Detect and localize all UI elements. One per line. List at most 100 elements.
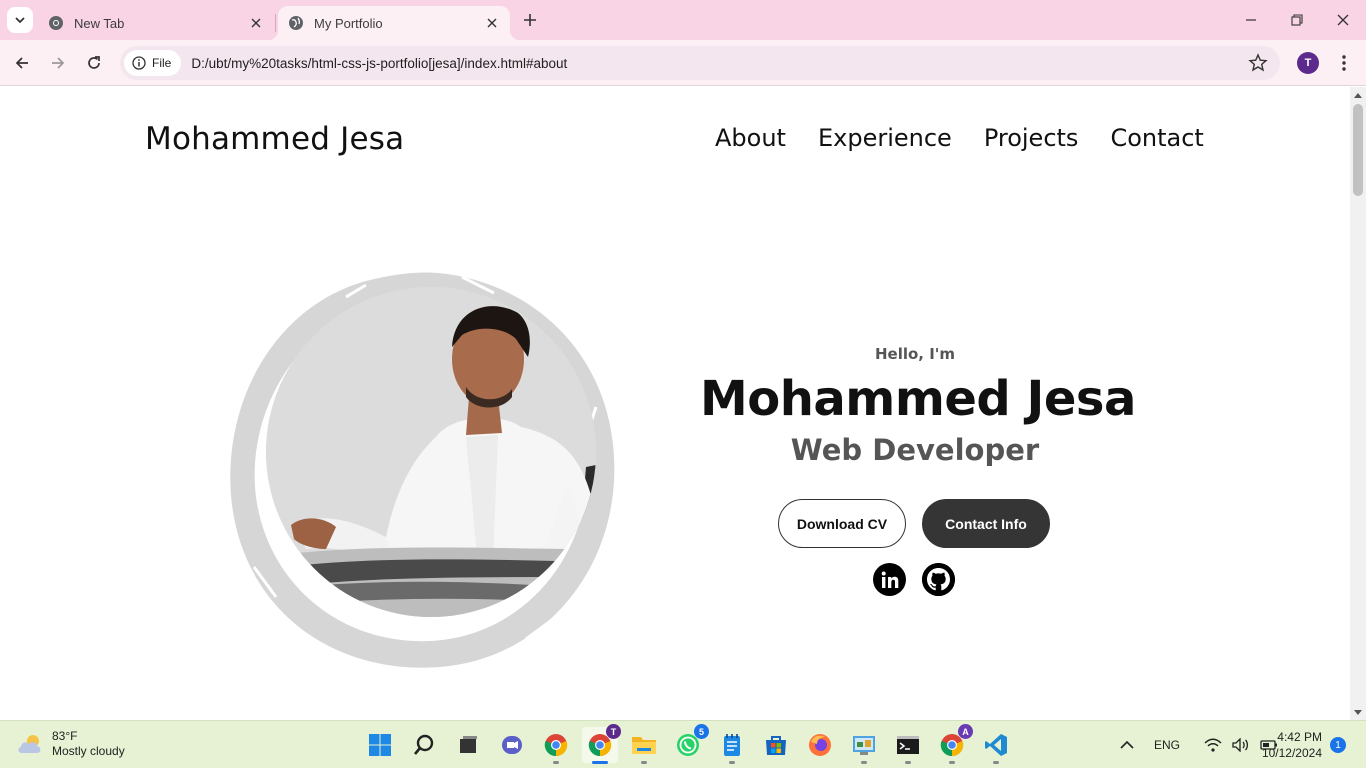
chevron-up-icon xyxy=(1120,740,1134,749)
taskbar-chrome-app[interactable] xyxy=(538,727,574,764)
close-tab-icon[interactable] xyxy=(482,13,502,33)
taskbar-file-explorer[interactable] xyxy=(626,727,662,764)
new-tab-button[interactable] xyxy=(518,8,542,32)
social-links xyxy=(873,563,955,596)
scroll-up-arrow-icon[interactable] xyxy=(1354,93,1362,98)
show-hidden-icons-button[interactable] xyxy=(1120,740,1134,750)
address-bar[interactable]: File D:/ubt/my%20tasks/html-css-js-portf… xyxy=(120,46,1280,80)
linkedin-icon[interactable] xyxy=(873,563,906,596)
page-scrollbar[interactable] xyxy=(1350,87,1366,720)
search-icon xyxy=(414,734,434,755)
volume-icon[interactable] xyxy=(1232,738,1250,752)
page-viewport: Mohammed Jesa About Experience Projects … xyxy=(0,87,1350,720)
running-indicator xyxy=(993,761,999,764)
running-indicator xyxy=(729,761,735,764)
back-button[interactable] xyxy=(9,50,35,76)
profile-avatar[interactable]: T xyxy=(1297,52,1319,74)
bookmark-star-icon[interactable] xyxy=(1248,53,1268,73)
clock-date: 10/12/2024 xyxy=(1261,746,1322,760)
close-icon xyxy=(1337,14,1349,26)
forward-button[interactable] xyxy=(45,50,71,76)
hero-buttons: Download CV Contact Info xyxy=(778,499,1050,548)
site-nav: About Experience Projects Contact xyxy=(715,124,1204,152)
windows-taskbar: 83°F Mostly cloudy T 5 A ENG 4:42 PM 10/… xyxy=(0,720,1366,768)
system-tray: ENG xyxy=(1110,721,1278,769)
notification-badge: 5 xyxy=(694,724,709,739)
tab-search-button[interactable] xyxy=(7,7,33,33)
task-view-button[interactable] xyxy=(450,727,486,763)
taskbar-chrome-profile-a[interactable]: A xyxy=(934,724,973,764)
nav-link-about[interactable]: About xyxy=(715,124,786,152)
url-text[interactable]: D:/ubt/my%20tasks/html-css-js-portfolio[… xyxy=(191,56,567,71)
taskbar-search-button[interactable] xyxy=(406,727,442,763)
scroll-thumb[interactable] xyxy=(1353,104,1363,196)
hero-name: Mohammed Jesa xyxy=(700,371,1136,427)
chevron-down-icon xyxy=(15,17,25,24)
github-icon[interactable] xyxy=(922,563,955,596)
taskbar-terminal[interactable] xyxy=(890,727,926,764)
wifi-icon[interactable] xyxy=(1204,738,1222,752)
task-view-icon xyxy=(460,736,477,753)
scroll-down-arrow-icon[interactable] xyxy=(1354,710,1362,715)
terminal-icon xyxy=(897,736,919,754)
running-indicator xyxy=(641,761,647,764)
taskbar-apps: T 5 A xyxy=(362,724,1014,764)
close-tab-icon[interactable] xyxy=(246,13,266,33)
hero-section: Hello, I'm Mohammed Jesa Web Developer D… xyxy=(700,345,1136,596)
taskbar-whatsapp[interactable]: 5 xyxy=(670,724,709,763)
windows-logo-icon xyxy=(369,734,391,756)
reload-button[interactable] xyxy=(81,50,107,76)
contact-info-button[interactable]: Contact Info xyxy=(922,499,1050,548)
taskbar-control-panel[interactable] xyxy=(846,727,882,764)
notepad-icon xyxy=(724,734,740,756)
close-window-button[interactable] xyxy=(1331,8,1355,32)
firefox-icon xyxy=(809,734,831,756)
restore-button[interactable] xyxy=(1285,8,1309,32)
browser-tab-strip: New Tab My Portfolio xyxy=(0,0,1366,40)
taskbar-firefox[interactable] xyxy=(802,727,838,763)
system-clock[interactable]: 4:42 PM 10/12/2024 xyxy=(1258,729,1322,761)
weather-condition: Mostly cloudy xyxy=(52,744,125,758)
browser-menu-button[interactable] xyxy=(1334,52,1354,74)
nav-link-contact[interactable]: Contact xyxy=(1110,124,1203,152)
video-chat-icon xyxy=(502,736,522,754)
hero-greeting: Hello, I'm xyxy=(874,345,956,363)
taskbar-meet-app[interactable] xyxy=(494,727,530,763)
running-indicator xyxy=(861,761,867,764)
info-icon xyxy=(132,56,146,70)
site-info-label: File xyxy=(152,56,172,70)
minimize-button[interactable] xyxy=(1239,8,1263,32)
running-indicator xyxy=(553,761,559,764)
restore-icon xyxy=(1291,14,1303,26)
globe-icon xyxy=(289,16,303,30)
chrome-icon xyxy=(49,16,63,30)
taskbar-vscode[interactable] xyxy=(978,727,1014,764)
start-button[interactable] xyxy=(362,727,398,763)
tab-my-portfolio[interactable]: My Portfolio xyxy=(268,6,520,40)
cloudy-weather-icon xyxy=(18,735,41,753)
hero-role: Web Developer xyxy=(790,433,1040,467)
running-indicator xyxy=(905,761,911,764)
weather-widget[interactable]: 83°F Mostly cloudy xyxy=(16,729,125,759)
profile-photo-frame xyxy=(226,267,616,671)
taskbar-microsoft-store[interactable] xyxy=(758,727,794,763)
download-cv-button[interactable]: Download CV xyxy=(778,499,906,548)
nav-link-experience[interactable]: Experience xyxy=(818,124,952,152)
profile-photo xyxy=(266,287,596,617)
nav-link-projects[interactable]: Projects xyxy=(984,124,1079,152)
weather-temp: 83°F xyxy=(52,729,78,743)
notification-count-badge[interactable]: 1 xyxy=(1330,737,1346,753)
profile-badge: A xyxy=(958,724,973,739)
clock-time: 4:42 PM xyxy=(1277,730,1322,744)
tab-new-tab[interactable]: New Tab xyxy=(38,6,274,40)
site-logo[interactable]: Mohammed Jesa xyxy=(145,121,404,157)
taskbar-chrome-profile-t[interactable]: T xyxy=(582,724,621,764)
taskbar-notepad[interactable] xyxy=(714,727,750,764)
language-indicator[interactable]: ENG xyxy=(1154,738,1180,752)
vscode-icon xyxy=(985,734,1007,756)
more-vertical-icon xyxy=(1342,55,1346,71)
site-info-chip[interactable]: File xyxy=(124,50,182,76)
folder-icon xyxy=(632,737,656,754)
running-indicator xyxy=(592,761,608,764)
plus-icon xyxy=(524,14,536,26)
